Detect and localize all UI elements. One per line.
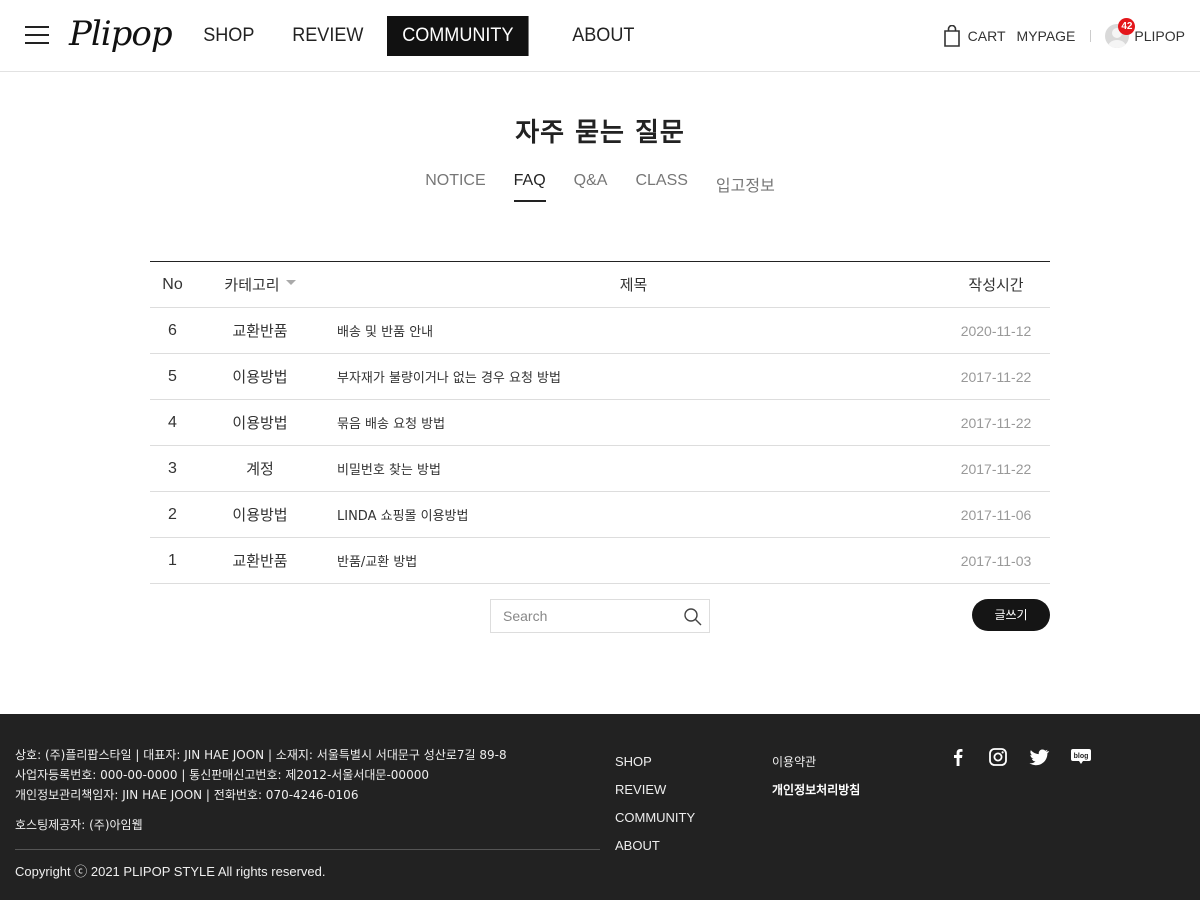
row-no: 3 — [168, 459, 177, 477]
search-box — [490, 599, 710, 633]
header-utils: CART MYPAGE 42 PLIPOP — [943, 18, 1185, 50]
social-links: blog — [948, 747, 1112, 767]
page-title: 자주 묻는 질문 — [515, 118, 685, 148]
blog-icon[interactable]: blog — [1070, 748, 1092, 766]
row-title-link[interactable]: 반품/교환 방법 — [325, 551, 942, 570]
notification-badge: 42 — [1118, 18, 1136, 35]
row-title-link[interactable]: 배송 및 반품 안내 — [325, 321, 942, 340]
company-info-line: 개인정보관리책임자: JIN HAE JOON | 전화번호: 070-4246… — [15, 788, 359, 802]
row-category: 교환반품 — [232, 552, 288, 570]
header-title: 제목 — [619, 277, 648, 294]
cart-link[interactable]: CART — [968, 28, 1006, 44]
profile[interactable]: 42 — [1105, 18, 1136, 48]
table-row[interactable]: 1 교환반품 반품/교환 방법 2017-11-03 — [150, 538, 1050, 584]
row-date: 2020-11-12 — [960, 322, 1032, 339]
row-no: 4 — [168, 413, 177, 431]
table-row[interactable]: 4 이용방법 묶음 배송 요청 방법 2017-11-22 — [150, 400, 1050, 446]
menu-icon[interactable] — [25, 24, 49, 46]
company-info-line: 사업자등록번호: 000-00-0000 | 통신판매신고번호: 제2012-서… — [15, 768, 429, 782]
row-no: 6 — [168, 321, 177, 339]
divider — [1090, 30, 1092, 42]
caret-down-icon[interactable] — [285, 279, 296, 285]
privacy-policy-link[interactable]: 개인정보처리방침 — [772, 776, 860, 804]
shopping-bag-icon[interactable] — [943, 24, 961, 47]
footer-nav-about[interactable]: ABOUT — [615, 832, 695, 860]
site-footer: 상호: (주)플리팝스타일 | 대표자: JIN HAE JOON | 소재지:… — [0, 714, 1200, 900]
row-no: 5 — [168, 367, 177, 385]
table-row[interactable]: 6 교환반품 배송 및 반품 안내 2020-11-12 — [150, 308, 1050, 354]
blog-icon-text: blog — [1074, 753, 1089, 760]
footer-nav: SHOP REVIEW COMMUNITY ABOUT — [615, 748, 695, 860]
tab-notice[interactable]: NOTICE — [425, 172, 485, 202]
tab-faq[interactable]: FAQ — [513, 172, 546, 202]
row-date: 2017-11-22 — [960, 460, 1032, 477]
search-input[interactable] — [491, 600, 671, 632]
row-category: 이용방법 — [232, 368, 288, 386]
footer-nav-shop[interactable]: SHOP — [615, 748, 695, 776]
company-info-line: 상호: (주)플리팝스타일 | 대표자: JIN HAE JOON | 소재지:… — [15, 748, 507, 762]
mypage-link[interactable]: MYPAGE — [1017, 28, 1076, 44]
logo[interactable]: Plipop — [69, 12, 173, 56]
table-row[interactable]: 2 이용방법 LINDA 쇼핑몰 이용방법 2017-11-06 — [150, 492, 1050, 538]
footer-nav-community[interactable]: COMMUNITY — [615, 804, 695, 832]
row-no: 1 — [168, 551, 177, 569]
site-header: Plipop SHOP REVIEW COMMUNITY ABOUT CART … — [0, 0, 1200, 72]
row-no: 2 — [168, 505, 177, 523]
tab-class[interactable]: CLASS — [635, 172, 687, 202]
row-date: 2017-11-22 — [960, 368, 1032, 385]
header-date: 작성시간 — [968, 276, 1024, 294]
search-icon[interactable] — [683, 607, 703, 627]
main-nav: SHOP REVIEW COMMUNITY ABOUT — [188, 16, 657, 56]
row-category: 교환반품 — [232, 322, 288, 340]
header-category: 카테고리 — [224, 277, 280, 294]
copyright: Copyright ⓒ 2021 PLIPOP STYLE All rights… — [15, 864, 326, 879]
table-header-row: No 카테고리 제목 작성시간 — [150, 262, 1050, 308]
twitter-icon[interactable] — [1028, 747, 1050, 767]
tab-restock-info[interactable]: 입고정보 — [716, 172, 775, 202]
user-name[interactable]: PLIPOP — [1134, 28, 1185, 44]
write-post-button[interactable]: 글쓰기 — [972, 599, 1050, 631]
nav-about[interactable]: ABOUT — [557, 16, 650, 56]
footer-nav-review[interactable]: REVIEW — [615, 776, 695, 804]
header-no: No — [162, 275, 183, 293]
row-title-link[interactable]: 부자재가 불량이거나 없는 경우 요청 방법 — [325, 367, 942, 386]
instagram-icon[interactable] — [988, 747, 1008, 767]
row-date: 2017-11-06 — [960, 506, 1032, 523]
table-row[interactable]: 5 이용방법 부자재가 불량이거나 없는 경우 요청 방법 2017-11-22 — [150, 354, 1050, 400]
category-filter[interactable]: 카테고리 — [195, 274, 325, 295]
faq-table: No 카테고리 제목 작성시간 6 교환반품 배송 및 반품 안내 2020-1… — [150, 261, 1050, 584]
row-category: 계정 — [246, 460, 274, 478]
row-title-link[interactable]: 묶음 배송 요청 방법 — [325, 413, 942, 432]
facebook-icon[interactable] — [948, 747, 968, 767]
company-info: 상호: (주)플리팝스타일 | 대표자: JIN HAE JOON | 소재지:… — [15, 745, 507, 835]
board-tabs: NOTICE FAQ Q&A CLASS 입고정보 — [0, 172, 1200, 202]
tab-qna[interactable]: Q&A — [574, 172, 608, 202]
footer-policies: 이용약관 개인정보처리방침 — [772, 748, 860, 804]
nav-review[interactable]: REVIEW — [277, 16, 379, 56]
footer-divider — [15, 849, 600, 850]
hosting-info: 호스팅제공자: (주)아임웹 — [15, 818, 143, 832]
row-title-link[interactable]: LINDA 쇼핑몰 이용방법 — [325, 505, 942, 524]
terms-link[interactable]: 이용약관 — [772, 748, 860, 776]
row-date: 2017-11-03 — [960, 552, 1032, 569]
nav-shop[interactable]: SHOP — [188, 16, 270, 56]
nav-community[interactable]: COMMUNITY — [386, 16, 529, 56]
row-title-link[interactable]: 비밀번호 찾는 방법 — [325, 459, 942, 478]
row-category: 이용방법 — [232, 414, 288, 432]
table-row[interactable]: 3 계정 비밀번호 찾는 방법 2017-11-22 — [150, 446, 1050, 492]
row-date: 2017-11-22 — [960, 414, 1032, 431]
row-category: 이용방법 — [232, 506, 288, 524]
